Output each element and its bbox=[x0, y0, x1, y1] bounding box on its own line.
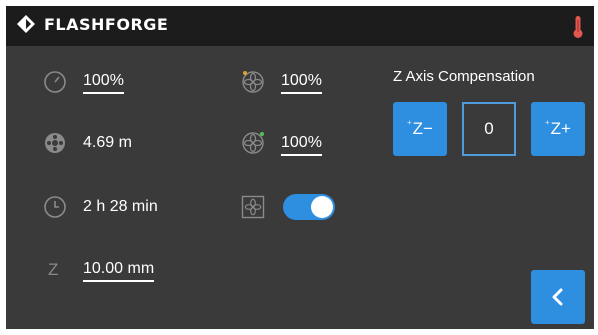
case-fan-icon bbox=[241, 195, 265, 219]
auxiliary-fan-icon bbox=[242, 132, 264, 154]
print-speed-value[interactable]: 100% bbox=[83, 72, 124, 94]
z-plus-label: Z+ bbox=[550, 119, 571, 138]
z-minus-label: Z− bbox=[412, 119, 433, 138]
chevron-left-icon bbox=[552, 288, 563, 306]
filament-used-value: 4.69 m bbox=[83, 134, 132, 151]
z-plus-button[interactable]: + Z+ bbox=[531, 102, 585, 156]
fan1-speed-value[interactable]: 100% bbox=[281, 72, 322, 94]
back-button[interactable] bbox=[531, 270, 585, 324]
clock-icon bbox=[44, 196, 66, 218]
fan2-speed-value[interactable]: 100% bbox=[281, 134, 322, 156]
brand-logo: FLASHFORGE bbox=[16, 14, 168, 34]
fan-icon bbox=[242, 71, 264, 93]
case-fan-toggle[interactable] bbox=[283, 194, 335, 220]
filament-spool-icon bbox=[45, 133, 65, 153]
z-height-value[interactable]: 10.00 mm bbox=[83, 260, 155, 282]
top-bar: FLASHFORGE bbox=[6, 6, 594, 46]
z-minus-button[interactable]: + Z− bbox=[393, 102, 447, 156]
z-plus-prefix: + bbox=[545, 117, 550, 127]
time-remaining-value: 2 h 28 min bbox=[83, 198, 158, 215]
z-minus-prefix: + bbox=[407, 117, 412, 127]
z-axis-icon: Z bbox=[48, 260, 59, 279]
flashforge-logo-icon bbox=[17, 15, 35, 33]
z-offset-value[interactable]: 0 bbox=[462, 102, 516, 156]
brand-name: FLASHFORGE bbox=[44, 14, 169, 34]
toggle-knob bbox=[311, 196, 333, 218]
printer-screen: FLASHFORGE 100% 4.69 m 2 h 28 min Z 10.0… bbox=[6, 6, 594, 329]
speedometer-icon bbox=[44, 71, 66, 93]
thermometer-icon[interactable] bbox=[572, 15, 584, 39]
z-compensation-title: Z Axis Compensation bbox=[393, 68, 535, 85]
